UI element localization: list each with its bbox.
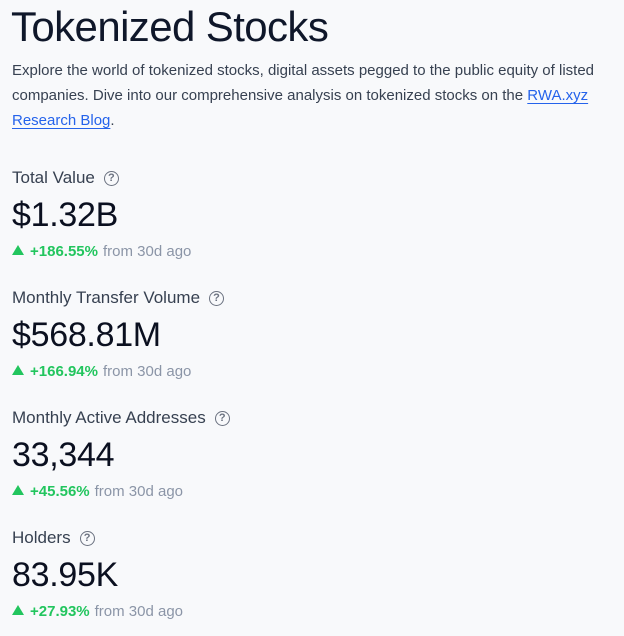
metric-label: Total Value xyxy=(12,168,95,187)
metric-label: Monthly Active Addresses xyxy=(12,408,206,427)
change-value: +27.93% xyxy=(30,602,90,620)
change-suffix: from 30d ago xyxy=(102,242,192,260)
metric-label-row: Total Value ? xyxy=(12,166,572,190)
intro-text: Explore the world of tokenized stocks, d… xyxy=(12,62,595,104)
help-circle-icon[interactable]: ? xyxy=(79,530,95,546)
tokenized-stocks-page: Tokenized Stocks Explore the world of to… xyxy=(0,0,624,636)
change-value: +45.56% xyxy=(30,482,90,500)
metric-label: Holders xyxy=(12,528,71,547)
metric-label: Monthly Transfer Volume xyxy=(12,288,201,307)
metric-label-row: Monthly Transfer Volume ? xyxy=(12,286,572,310)
intro-paragraph: Explore the world of tokenized stocks, d… xyxy=(12,58,608,133)
metric-value: 33,344 xyxy=(12,436,115,474)
intro-suffix: . xyxy=(110,112,115,129)
help-circle-icon[interactable]: ? xyxy=(103,170,119,186)
metric-total-value: Total Value ? $1.32B +186.55% from 30d a… xyxy=(12,166,572,261)
arrow-up-icon xyxy=(12,245,24,255)
metric-label-row: Monthly Active Addresses ? xyxy=(12,406,572,430)
metric-value: 83.95K xyxy=(12,556,118,594)
metric-change: +27.93% from 30d ago xyxy=(12,601,572,621)
metric-value: $568.81M xyxy=(12,316,161,354)
change-value: +186.55% xyxy=(30,242,98,260)
metric-holders: Holders ? 83.95K +27.93% from 30d ago xyxy=(12,526,572,621)
arrow-up-icon xyxy=(12,485,24,495)
metric-change: +45.56% from 30d ago xyxy=(12,481,572,501)
metric-monthly-active-addresses: Monthly Active Addresses ? 33,344 +45.56… xyxy=(12,406,572,501)
page-title: Tokenized Stocks xyxy=(11,3,329,50)
change-suffix: from 30d ago xyxy=(94,482,184,500)
metric-monthly-transfer-volume: Monthly Transfer Volume ? $568.81M +166.… xyxy=(12,286,572,381)
arrow-up-icon xyxy=(12,365,24,375)
metric-change: +186.55% from 30d ago xyxy=(12,241,572,261)
change-suffix: from 30d ago xyxy=(94,602,184,620)
help-circle-icon[interactable]: ? xyxy=(214,410,230,426)
metric-value: $1.32B xyxy=(12,196,118,234)
metric-label-row: Holders ? xyxy=(12,526,572,550)
metric-change: +166.94% from 30d ago xyxy=(12,361,572,381)
change-value: +166.94% xyxy=(30,362,98,380)
arrow-up-icon xyxy=(12,605,24,615)
help-circle-icon[interactable]: ? xyxy=(209,290,225,306)
change-suffix: from 30d ago xyxy=(102,362,192,380)
